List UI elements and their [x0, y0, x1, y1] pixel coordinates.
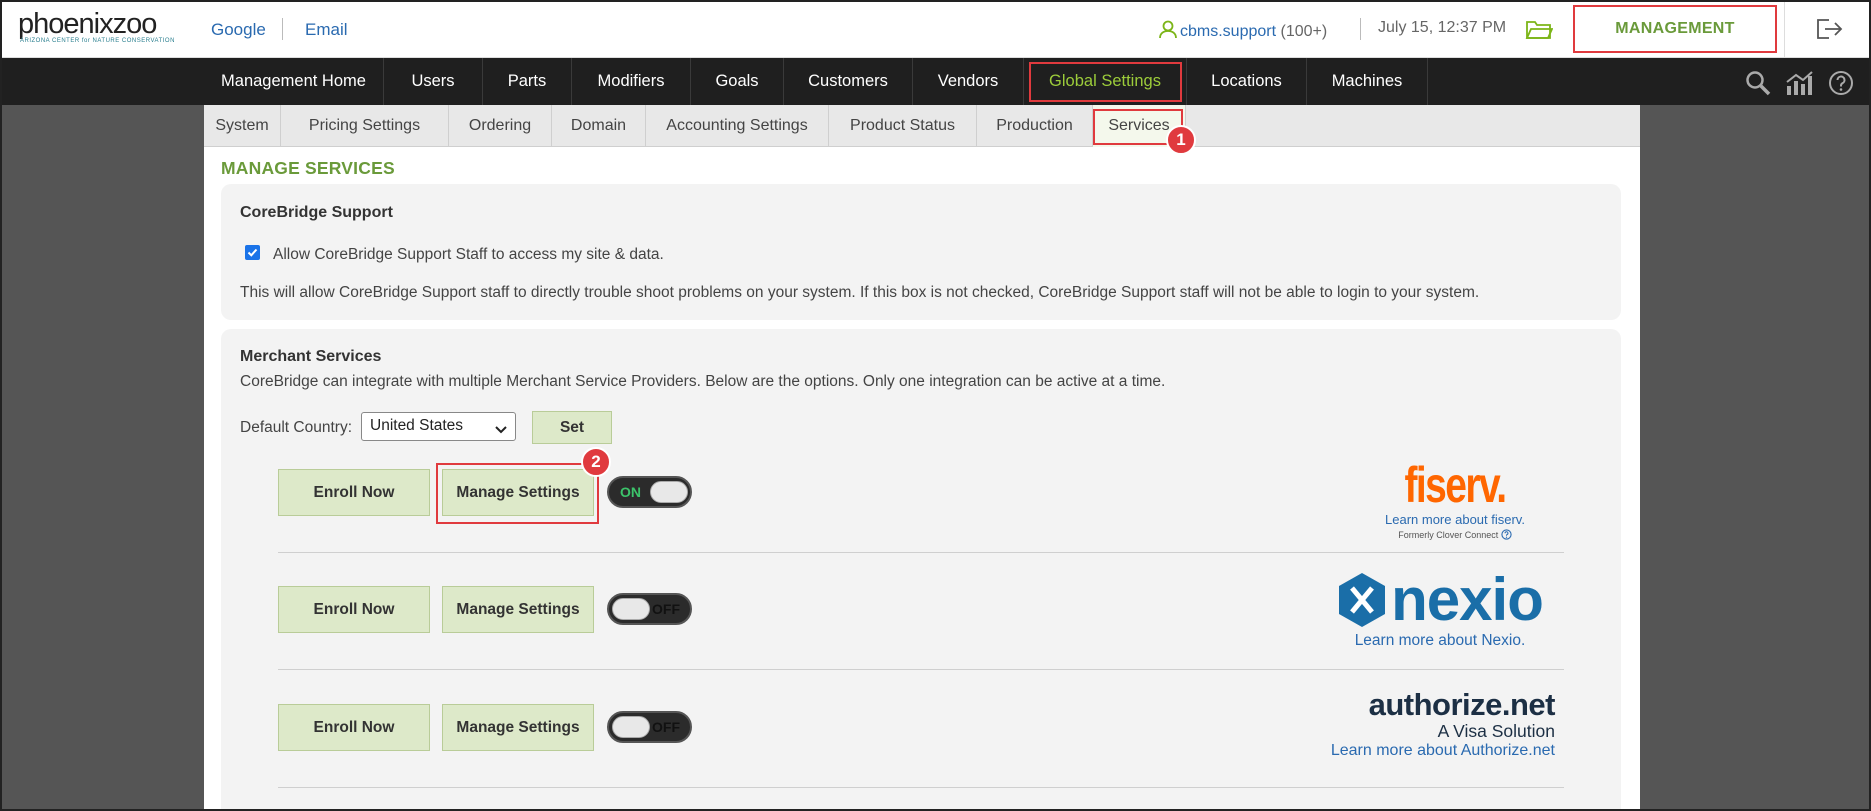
tab-domain[interactable]: Domain — [552, 105, 646, 147]
nexio-brand: nexio Learn more about Nexio. — [1325, 566, 1555, 650]
management-button[interactable]: MANAGEMENT — [1573, 5, 1777, 53]
tab-ordering[interactable]: Ordering — [449, 105, 552, 147]
chevron-down-icon — [495, 421, 507, 439]
toggle-knob — [612, 716, 650, 738]
tab-product-status[interactable]: Product Status — [829, 105, 977, 147]
user-name: cbms.support — [1180, 23, 1277, 40]
divider — [282, 18, 283, 40]
tab-system[interactable]: System — [204, 105, 281, 147]
help-icon[interactable] — [1828, 70, 1854, 101]
company-logo[interactable]: phoenixzoo ARIZONA CENTER for NATURE CON… — [18, 8, 175, 48]
fiserv-learn-link[interactable]: Learn more about fiserv. — [1380, 512, 1530, 527]
step-badge-1: 1 — [1166, 125, 1196, 155]
nexio-toggle[interactable]: OFF — [607, 593, 692, 625]
nav-customers[interactable]: Customers — [784, 58, 913, 105]
page-title: MANAGE SERVICES — [221, 158, 395, 178]
tab-production[interactable]: Production — [977, 105, 1093, 147]
user-icon — [1158, 19, 1178, 44]
current-user[interactable]: cbms.support (100+) — [1158, 19, 1327, 44]
search-icon[interactable] — [1745, 70, 1771, 101]
support-panel: CoreBridge Support Allow CoreBridge Supp… — [221, 184, 1621, 320]
analytics-icon[interactable] — [1785, 70, 1813, 101]
highlight-manage-settings — [436, 463, 599, 524]
question-circle-icon[interactable] — [1501, 529, 1512, 540]
fiserv-toggle[interactable]: ON — [607, 476, 692, 508]
fiserv-logo: fiserv. — [1404, 457, 1507, 513]
country-value: United States — [370, 417, 464, 434]
email-link[interactable]: Email — [305, 20, 348, 40]
nexio-logo: nexio — [1325, 566, 1555, 633]
manage-settings-button[interactable]: Manage Settings — [442, 704, 594, 751]
authorize-toggle[interactable]: OFF — [607, 711, 692, 743]
merchant-title: Merchant Services — [240, 348, 382, 365]
support-title: CoreBridge Support — [240, 204, 393, 221]
country-select[interactable]: United States — [361, 412, 516, 441]
highlight-global-settings — [1029, 62, 1182, 102]
divider — [278, 669, 1564, 670]
support-checkbox-label[interactable]: Allow CoreBridge Support Staff to access… — [273, 246, 664, 264]
nav-goals[interactable]: Goals — [691, 58, 784, 105]
toggle-state: OFF — [652, 719, 680, 735]
divider — [1784, 0, 1785, 58]
fiserv-note: Formerly Clover Connect — [1380, 529, 1530, 540]
step-badge-2: 2 — [581, 447, 611, 477]
support-description: This will allow CoreBridge Support staff… — [240, 284, 1480, 301]
logo-subtitle: ARIZONA CENTER for NATURE CONSERVATION — [20, 38, 175, 44]
enroll-now-button[interactable]: Enroll Now — [278, 469, 430, 516]
tab-pricing-settings[interactable]: Pricing Settings — [281, 105, 449, 147]
enroll-now-button[interactable]: Enroll Now — [278, 586, 430, 633]
fiserv-brand: fiserv. Learn more about fiserv. Formerl… — [1380, 460, 1530, 540]
user-count: (100+) — [1280, 23, 1328, 40]
nav-parts[interactable]: Parts — [483, 58, 572, 105]
google-link[interactable]: Google — [211, 20, 266, 40]
folder-icon[interactable] — [1525, 17, 1554, 46]
enroll-now-button[interactable]: Enroll Now — [278, 704, 430, 751]
nav-modifiers[interactable]: Modifiers — [572, 58, 691, 105]
toggle-knob — [650, 481, 688, 503]
main-nav: Management Home Users Parts Modifiers Go… — [0, 58, 1871, 105]
authorize-logo: authorize.net — [1368, 687, 1556, 722]
sub-tabs: System Pricing Settings Ordering Domain … — [204, 105, 1640, 147]
nav-machines[interactable]: Machines — [1307, 58, 1428, 105]
authorize-tagline: A Visa Solution — [1437, 721, 1555, 741]
tab-accounting-settings[interactable]: Accounting Settings — [646, 105, 829, 147]
toggle-state: ON — [620, 484, 641, 500]
fiserv-note-text: Formerly Clover Connect — [1398, 530, 1499, 540]
authorize-brand: authorize.net A Visa Solution Learn more… — [1300, 687, 1556, 760]
toggle-knob — [612, 598, 650, 620]
top-bar: phoenixzoo ARIZONA CENTER for NATURE CON… — [0, 0, 1871, 58]
checkbox-checked-icon[interactable] — [245, 245, 260, 260]
logout-icon[interactable] — [1815, 17, 1843, 46]
datetime: July 15, 12:37 PM — [1378, 19, 1507, 36]
nexio-learn-link[interactable]: Learn more about Nexio. — [1325, 632, 1555, 650]
nav-locations[interactable]: Locations — [1187, 58, 1307, 105]
authorize-learn-link[interactable]: Learn more about Authorize.net — [1300, 742, 1555, 760]
nexio-wordmark: nexio — [1391, 566, 1544, 633]
divider — [1360, 18, 1361, 40]
country-label: Default Country: — [240, 419, 352, 436]
manage-settings-button[interactable]: Manage Settings — [442, 586, 594, 633]
nav-management-home[interactable]: Management Home — [204, 58, 384, 105]
toggle-state: OFF — [652, 601, 680, 617]
nexio-icon — [1339, 573, 1386, 627]
nav-users[interactable]: Users — [384, 58, 483, 105]
merchant-description: CoreBridge can integrate with multiple M… — [240, 373, 1166, 390]
divider — [278, 787, 1564, 788]
divider — [278, 552, 1564, 553]
logo-text: phoenixzoo — [18, 8, 157, 40]
set-button[interactable]: Set — [532, 411, 612, 444]
nav-vendors[interactable]: Vendors — [913, 58, 1024, 105]
